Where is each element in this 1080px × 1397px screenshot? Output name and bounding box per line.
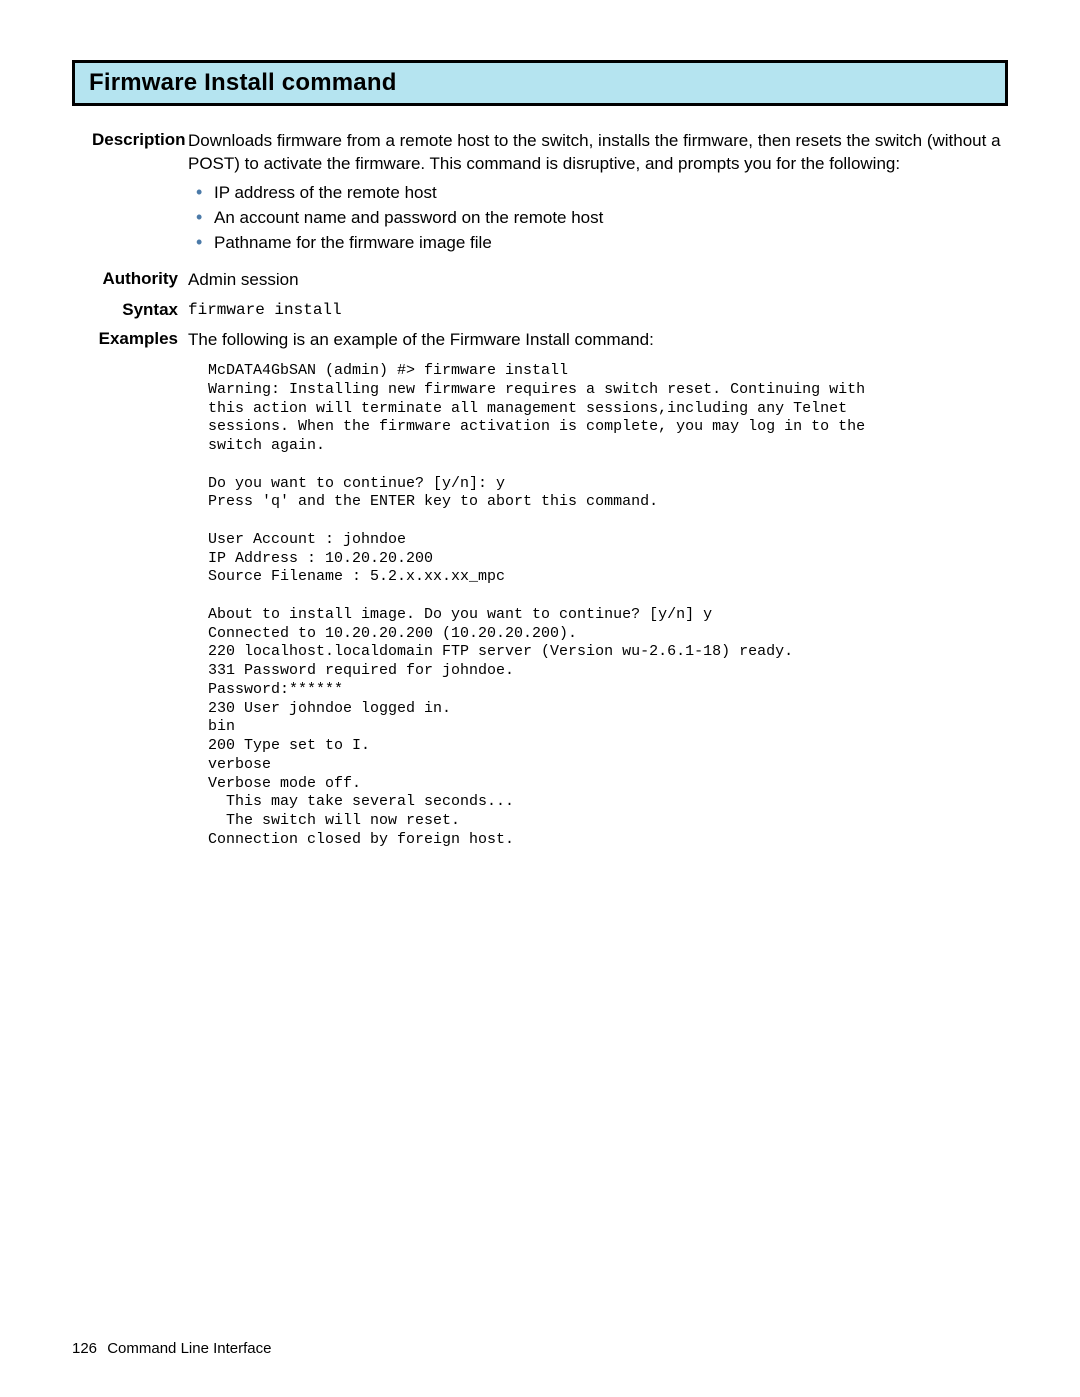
syntax-label: Syntax <box>92 300 188 320</box>
examples-code-block: McDATA4GbSAN (admin) #> firmware install… <box>208 362 1008 850</box>
description-bullets: IP address of the remote host An account… <box>188 182 1008 255</box>
bullet-item: Pathname for the firmware image file <box>214 232 1008 255</box>
description-content: Downloads firmware from a remote host to… <box>188 130 1008 261</box>
bullet-item: An account name and password on the remo… <box>214 207 1008 230</box>
syntax-text: firmware install <box>188 300 1008 322</box>
description-row: Description Downloads firmware from a re… <box>92 130 1008 261</box>
authority-text: Admin session <box>188 269 1008 292</box>
description-text: Downloads firmware from a remote host to… <box>188 130 1008 176</box>
authority-row: Authority Admin session <box>92 269 1008 292</box>
page-footer: 126 Command Line Interface <box>72 1340 271 1357</box>
description-label: Description <box>92 130 188 150</box>
examples-intro: The following is an example of the Firmw… <box>188 329 1008 352</box>
syntax-row: Syntax firmware install <box>92 300 1008 322</box>
footer-section-name: Command Line Interface <box>107 1340 271 1357</box>
examples-content: The following is an example of the Firmw… <box>188 329 1008 849</box>
page-number: 126 <box>72 1340 97 1357</box>
definition-list: Description Downloads firmware from a re… <box>92 130 1008 850</box>
examples-label: Examples <box>92 329 188 349</box>
section-title: Firmware Install command <box>89 69 991 97</box>
examples-row: Examples The following is an example of … <box>92 329 1008 849</box>
section-title-box: Firmware Install command <box>72 60 1008 106</box>
authority-label: Authority <box>92 269 188 289</box>
bullet-item: IP address of the remote host <box>214 182 1008 205</box>
